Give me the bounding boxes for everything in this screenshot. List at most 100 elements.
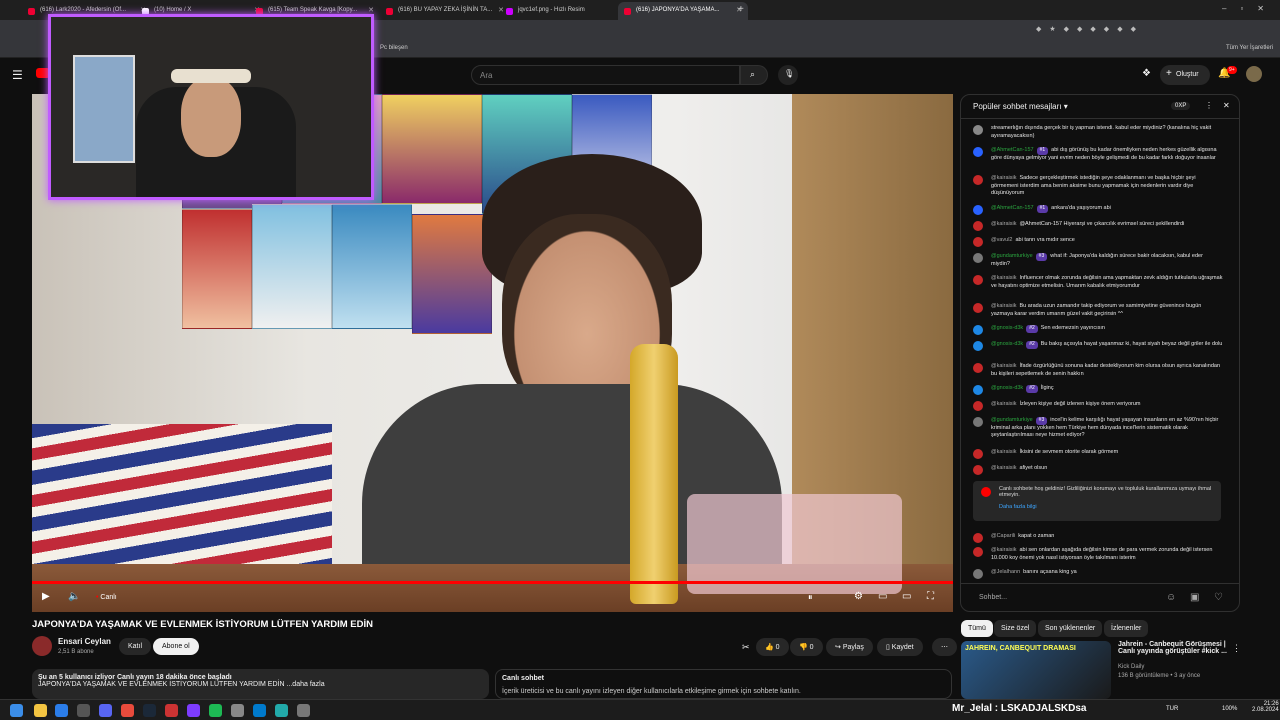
account-avatar[interactable]	[1246, 66, 1262, 82]
menu-icon[interactable]: ☰	[12, 68, 23, 82]
chat-avatar[interactable]	[973, 237, 983, 247]
battery-indicator[interactable]: 100%	[1222, 706, 1237, 712]
chat-message[interactable]: @AhmetCan-157 #1 ankara'da yaşıyorum abi	[973, 205, 1223, 215]
steam-icon[interactable]	[143, 704, 156, 717]
chat-avatar[interactable]	[973, 325, 983, 335]
share-button[interactable]: ↪ Paylaş	[826, 638, 873, 656]
browser-tab[interactable]: (616) BU YAPAY ZEKA İŞİNİN TA... ✕	[380, 2, 510, 20]
channel-name[interactable]: Ensari Ceylan	[58, 637, 111, 646]
related-video-thumbnail[interactable]: JAHREIN, CANBEQUIT DRAMASI	[961, 641, 1111, 699]
volume-icon[interactable]: 🔈	[68, 591, 80, 602]
app-icon[interactable]	[77, 704, 90, 717]
chat-avatar[interactable]	[973, 569, 983, 579]
chat-avatar[interactable]	[973, 221, 983, 231]
more-options-button[interactable]: ⋯	[932, 638, 957, 656]
chat-message[interactable]: @kairaisik İkisini de sevmem otorite olar…	[973, 449, 1223, 459]
all-bookmarks[interactable]: Tüm Yer İşaretleri	[1226, 45, 1273, 51]
channel-avatar[interactable]	[32, 636, 52, 656]
app-icon[interactable]	[297, 704, 310, 717]
chat-message[interactable]: @kairaisik afiyet olsun	[973, 465, 1223, 475]
chat-author[interactable]: @kairaisik	[991, 275, 1016, 281]
chat-author[interactable]: @AhmetCan-157	[991, 205, 1034, 211]
obs-icon[interactable]	[187, 704, 200, 717]
bookmark-item[interactable]: Pc bileşen	[380, 45, 408, 51]
chat-author[interactable]: @kairaisik	[991, 465, 1016, 471]
chat-author[interactable]: @kairaisik	[991, 303, 1016, 309]
progress-bar[interactable]	[32, 581, 953, 584]
language-indicator[interactable]: TUR	[1166, 706, 1178, 712]
chat-message[interactable]: @gundamturkiye #3 incel'in kelime karşılığ…	[973, 417, 1223, 440]
miniplayer-icon[interactable]: ▭	[878, 591, 887, 602]
related-video-title[interactable]: Jahrein - Canbequit Görüşmesi | Canlı ya…	[1118, 641, 1228, 655]
clip-icon[interactable]: ✂	[742, 642, 750, 653]
chat-message[interactable]: @gnosis-d3k #2 Bu bakış açısıyla hayat yaş…	[973, 341, 1223, 351]
chat-avatar[interactable]	[973, 363, 983, 373]
chat-input[interactable]: Sohbet... ☺ ▣ ♡	[961, 583, 1239, 611]
chat-author[interactable]: @kairaisik	[991, 175, 1016, 181]
close-icon[interactable]: ✕	[1223, 101, 1230, 110]
chrome-icon[interactable]	[121, 704, 134, 717]
chat-avatar[interactable]	[973, 449, 983, 459]
chat-avatar[interactable]	[973, 465, 983, 475]
chat-message[interactable]: @vavul2 abi tanrı vra mıdır sence	[973, 237, 1223, 247]
chat-message[interactable]: @kairaisik abi sen onlardan aşağıda değil…	[973, 547, 1223, 562]
chat-message[interactable]: @Caparili kapat o zaman	[973, 533, 1223, 543]
chat-message[interactable]: streamerlığın dışında gerçek bir iş yapm…	[973, 125, 1223, 140]
new-tab-button[interactable]: +	[738, 4, 744, 15]
chat-author[interactable]: @gundamturkiye	[991, 253, 1033, 259]
create-button[interactable]: + Oluştur	[1160, 65, 1210, 85]
chip-for-you[interactable]: Size özel	[994, 620, 1037, 637]
related-video-channel[interactable]: Kick Daily	[1118, 664, 1144, 670]
search-button[interactable]: ⌕	[740, 65, 768, 85]
chat-author[interactable]: @gnosis-d3k	[991, 341, 1023, 347]
chat-avatar[interactable]	[973, 147, 983, 157]
chat-author[interactable]: @gnosis-d3k	[991, 325, 1023, 331]
chat-avatar[interactable]	[973, 417, 983, 427]
app-icon[interactable]	[275, 704, 288, 717]
discord-icon[interactable]	[99, 704, 112, 717]
chip-all[interactable]: Tümü	[961, 620, 993, 637]
browser-tab[interactable]: jqvc1ef.png - Hızlı Resim✕	[500, 2, 630, 20]
dislike-button[interactable]: 👎 0	[790, 638, 823, 656]
chat-avatar[interactable]	[973, 341, 983, 351]
save-button[interactable]: ▯ Kaydet	[877, 638, 923, 656]
chat-avatar[interactable]	[973, 175, 983, 185]
chat-author[interactable]: @kairaisik	[991, 401, 1016, 407]
super-chat-icon[interactable]: ▣	[1190, 592, 1199, 603]
chat-author[interactable]: @vavul2	[991, 237, 1012, 243]
chat-avatar[interactable]	[973, 533, 983, 543]
app-icon[interactable]	[165, 704, 178, 717]
cast-icon[interactable]: ❖	[1142, 68, 1151, 79]
chat-message[interactable]: @kairaisik İfade özgürlüğünü sonuna kadar…	[973, 363, 1223, 378]
chat-message[interactable]: @kairaisik Bu arada uzun zamandır takip e…	[973, 303, 1223, 318]
chat-author[interactable]: @Caparili	[991, 533, 1015, 539]
subscribe-button[interactable]: Abone ol	[153, 638, 199, 655]
chat-author[interactable]: @AhmetCan-157	[991, 147, 1034, 153]
extension-icons[interactable]: ◆★◆◆◆◆◆◆	[1036, 25, 1196, 35]
chat-author[interactable]: @kairaisik	[991, 547, 1016, 553]
app-icon[interactable]	[231, 704, 244, 717]
like-button[interactable]: 👍 0	[756, 638, 789, 656]
chip-recent[interactable]: Son yüklenenler	[1038, 620, 1103, 637]
chat-author[interactable]: @kairaisik	[991, 449, 1016, 455]
theater-mode-icon[interactable]: ▭	[902, 591, 911, 602]
join-button[interactable]: Katıl	[119, 638, 152, 655]
more-options-icon[interactable]: ⋮	[1205, 101, 1213, 110]
edge-icon[interactable]	[55, 704, 68, 717]
chat-avatar[interactable]	[973, 253, 983, 263]
more-options-icon[interactable]: ⋮	[1232, 643, 1241, 654]
chat-message[interactable]: @kairaisik Sadece gerçekleştirmek istediğ…	[973, 175, 1223, 198]
chat-header[interactable]: Popüler sohbet mesajları ▾ 0XP ⋮ ✕	[961, 95, 1239, 119]
chat-mode-label[interactable]: Popüler sohbet mesajları	[973, 102, 1062, 111]
chat-author[interactable]: @kairaisik	[991, 363, 1016, 369]
search-input[interactable]: Ara	[471, 65, 740, 85]
chat-avatar[interactable]	[973, 547, 983, 557]
emoji-icon[interactable]: ☺	[1166, 592, 1176, 603]
vscode-icon[interactable]	[253, 704, 266, 717]
chat-message[interactable]: @kairaisik Influencer olmak zorunda değil…	[973, 275, 1223, 290]
browser-tab-active[interactable]: (616) JAPONYA'DA YAŞAMA... ✕	[618, 2, 748, 20]
chat-author[interactable]: @Jelalhann	[991, 569, 1020, 575]
chat-avatar[interactable]	[973, 205, 983, 215]
window-controls[interactable]: –▫✕	[1222, 4, 1278, 13]
chat-message[interactable]: @AhmetCan-157 #1 abi dış görünüş bu kadar …	[973, 147, 1223, 162]
